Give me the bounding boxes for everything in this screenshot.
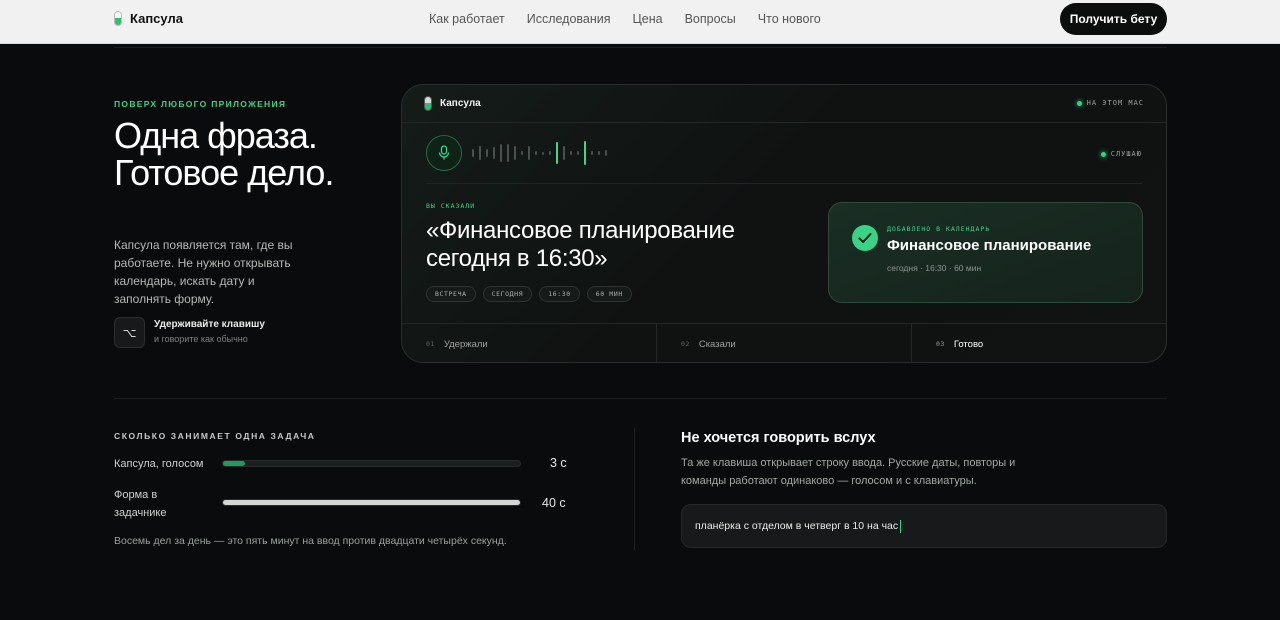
waveform-bar <box>570 151 572 155</box>
divider <box>114 47 1167 48</box>
brand[interactable]: Капсула <box>114 11 183 26</box>
status-dot-icon <box>1100 151 1106 157</box>
command-input[interactable]: планёрка с отделом в четверг в 10 на час <box>681 504 1167 548</box>
waveform-bar <box>521 151 523 155</box>
nav-links: Как работает Исследования Цена Вопросы Ч… <box>429 12 821 26</box>
voice-time-bar <box>222 460 521 467</box>
waveform-bar <box>479 146 481 160</box>
steps-bar: 01 Удержали 02 Сказали 03 Готово <box>402 323 1166 362</box>
listening-label: СЛУШАЮ <box>1110 150 1142 158</box>
step-said: 02 Сказали <box>657 324 912 362</box>
app-demo-card: Капсула НА ЭТОМ MAC СЛУШАЮ ВЫ СКАЗАЛИ «Ф… <box>401 84 1167 363</box>
app-brand: Капсула <box>424 96 481 111</box>
chip-duration: 60 МИН <box>586 286 632 302</box>
step-label: Готово <box>953 338 984 350</box>
waveform-bar <box>542 151 544 155</box>
app-brand-name: Капсула <box>440 98 481 109</box>
capsule-logo-icon <box>114 11 122 26</box>
chip-time: 16:30 <box>539 286 580 302</box>
comparison-label: СКОЛЬКО ЗАНИМАЕТ ОДНА ЗАДАЧА <box>114 431 316 441</box>
waveform-bar <box>577 151 579 155</box>
step-label: Удержали <box>443 338 488 350</box>
command-input-value[interactable]: планёрка с отделом в четверг в 10 на час <box>695 520 898 532</box>
option-key-icon: ⌥ <box>114 317 145 348</box>
on-mac-label: НА ЭТОМ MAC <box>1086 99 1144 107</box>
step-number: 01 <box>426 340 435 348</box>
capsule-logo-icon <box>424 96 432 111</box>
waveform-bar <box>486 149 488 157</box>
on-mac-status: НА ЭТОМ MAC <box>1076 99 1144 107</box>
voice-waveform <box>472 140 607 166</box>
step-held: 01 Удержали <box>402 324 657 362</box>
waveform-bar <box>584 141 586 165</box>
nav-link-faq[interactable]: Вопросы <box>685 12 736 26</box>
waveform-bar <box>493 147 495 159</box>
form-time-bar <box>222 499 521 506</box>
chip-day: СЕГОДНЯ <box>482 286 533 302</box>
status-dot-icon <box>1076 100 1082 106</box>
waveform-bar <box>507 144 509 162</box>
hero-headline: Одна фраза. Готовое дело. <box>114 115 334 193</box>
form-row-label: Форма в задачнике <box>114 489 167 519</box>
microphone-button[interactable] <box>426 135 462 171</box>
nav-link-research[interactable]: Исследования <box>527 12 611 26</box>
step-done: 03 Готово <box>912 324 1166 362</box>
hold-key-title: Удерживайте клавишу <box>154 319 265 330</box>
text-caret <box>900 519 902 533</box>
nav-link-how-it-works[interactable]: Как работает <box>429 12 505 26</box>
added-label: ДОБАВЛЕНО В КАЛЕНДАРЬ <box>887 225 991 233</box>
app-header: Капсула НА ЭТОМ MAC <box>402 85 1166 123</box>
top-nav: Капсула Как работает Исследования Цена В… <box>0 0 1280 44</box>
waveform-bar <box>535 151 537 155</box>
hero-lead: Капсула появляется там, где вы работаете… <box>114 238 293 306</box>
nav-link-whats-new[interactable]: Что нового <box>758 12 821 26</box>
divider <box>114 398 1167 399</box>
voice-row-label: Капсула, голосом <box>114 458 204 470</box>
waveform-bar <box>563 146 565 160</box>
waveform-bar <box>556 142 558 164</box>
step-number: 03 <box>936 340 945 348</box>
spoken-phrase: «Финансовое планирование сегодня в 16:30… <box>426 217 735 272</box>
divider <box>426 183 1142 184</box>
voice-time-value: 3 с <box>550 456 567 470</box>
event-title: Финансовое планирование <box>887 237 1092 254</box>
brand-name: Капсула <box>130 11 183 26</box>
waveform-bar <box>472 149 474 157</box>
waveform-bar <box>528 146 530 160</box>
waveform-bar <box>591 151 593 155</box>
listening-status: СЛУШАЮ <box>1100 150 1142 158</box>
microphone-icon <box>438 145 450 160</box>
waveform-bar <box>605 150 607 156</box>
step-label: Сказали <box>698 338 736 350</box>
hero-eyebrow: ПОВЕРХ ЛЮБОГО ПРИЛОЖЕНИЯ <box>114 99 287 109</box>
form-time-value: 40 с <box>542 496 566 510</box>
waveform-bar <box>500 144 502 162</box>
nav-link-pricing[interactable]: Цена <box>633 12 663 26</box>
form-time-fill <box>223 500 520 505</box>
get-beta-button[interactable]: Получить бету <box>1060 3 1167 35</box>
typing-description: Та же клавиша открывает строку ввода. Ру… <box>681 457 1016 487</box>
comparison-note: Восемь дел за день — это пять минут на в… <box>114 535 507 547</box>
you-said-label: ВЫ СКАЗАЛИ <box>426 202 476 210</box>
typing-title: Не хочется говорить вслух <box>681 430 876 446</box>
calendar-confirmation: ДОБАВЛЕНО В КАЛЕНДАРЬ Финансовое планиро… <box>828 202 1143 303</box>
waveform-bar <box>514 146 516 160</box>
step-number: 02 <box>681 340 690 348</box>
voice-time-fill <box>223 461 246 466</box>
chip-type: ВСТРЕЧА <box>426 286 476 302</box>
hold-key-subtitle: и говорите как обычно <box>154 334 248 344</box>
vertical-divider <box>634 428 635 550</box>
parsed-chips: ВСТРЕЧА СЕГОДНЯ 16:30 60 МИН <box>426 286 632 302</box>
event-meta: сегодня · 16:30 · 60 мин <box>887 263 982 273</box>
waveform-bar <box>598 151 600 155</box>
check-icon <box>852 225 878 251</box>
waveform-bar <box>549 151 551 155</box>
